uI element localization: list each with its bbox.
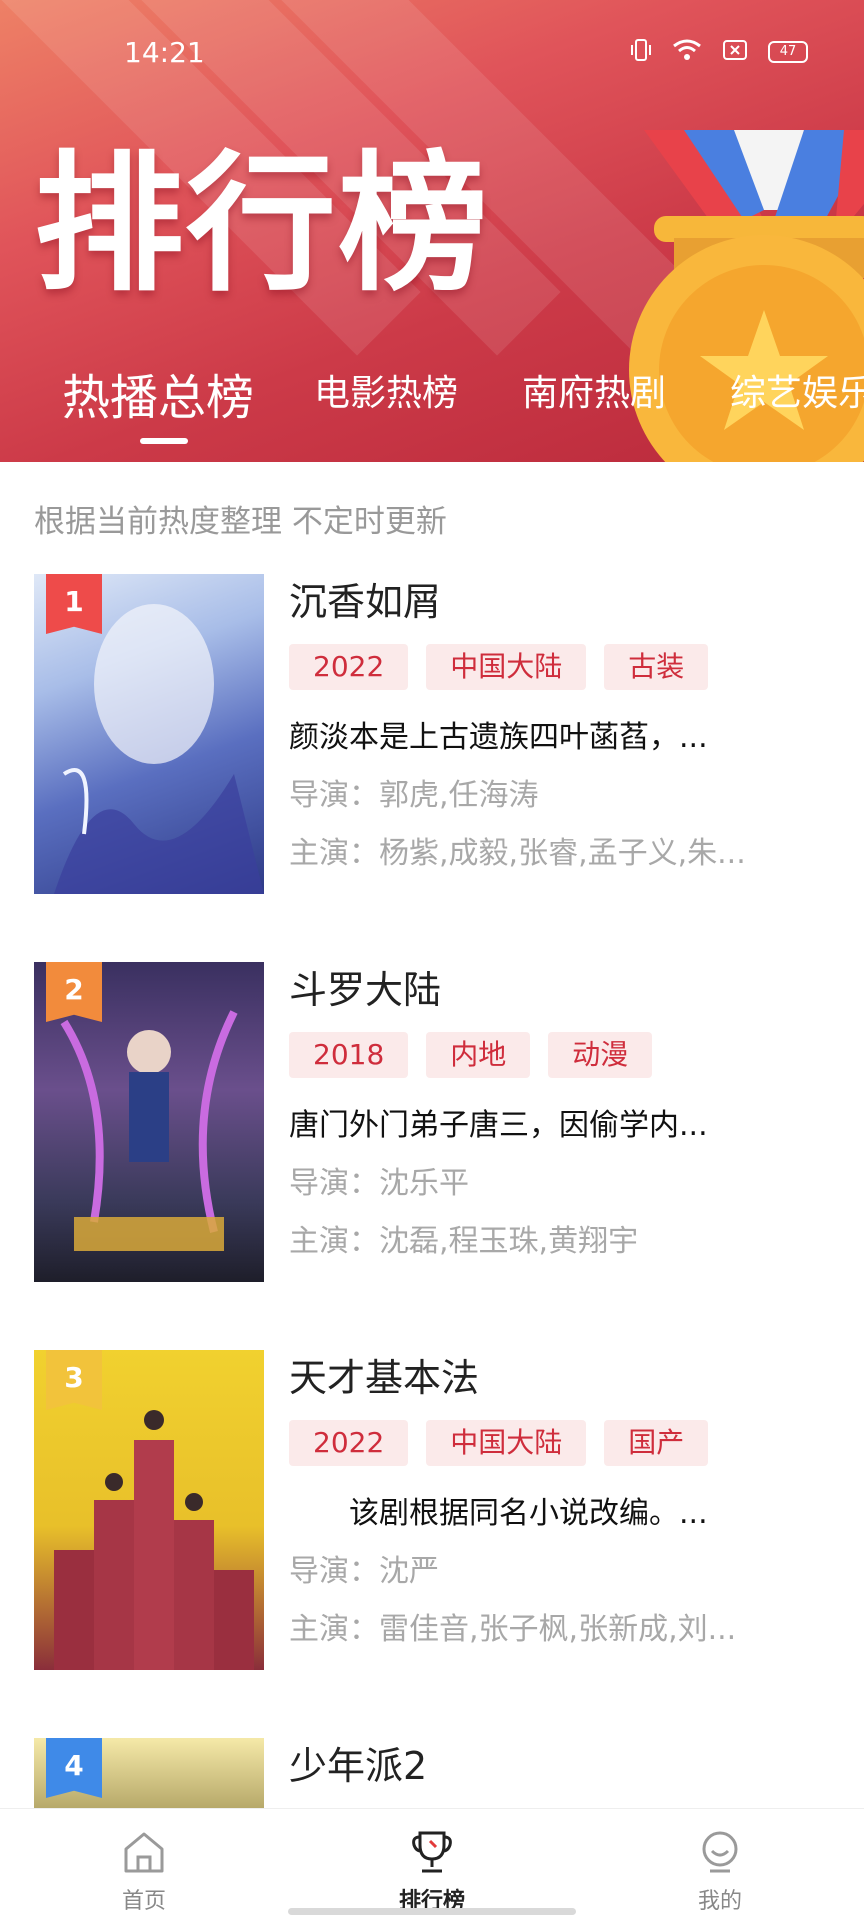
item-cast: 主演：沈磊,程玉珠,黄翔宇 (289, 1224, 639, 1259)
tag-region: 内地 (426, 1032, 531, 1078)
tag-genre: 国产 (604, 1420, 709, 1466)
tab-nanfu-drama[interactable]: 南府热剧 (522, 364, 666, 416)
nav-ranking[interactable]: 排行榜 (372, 1809, 492, 1921)
item-description: 颜淡本是上古遗族四叶菡萏，... (289, 720, 708, 755)
rank-badge: 4 (46, 1738, 102, 1798)
tag-genre: 古装 (604, 644, 709, 690)
poster-image[interactable]: 4 (34, 1738, 264, 1808)
item-info: 斗罗大陆 2018 内地 动漫 唐门外门弟子唐三，因偷学内... 导演：沈乐平 … (289, 962, 829, 1260)
rank-badge: 3 (46, 1350, 102, 1410)
status-time: 14:21 (124, 36, 205, 69)
item-title[interactable]: 少年派2 (289, 1738, 829, 1794)
item-title[interactable]: 沉香如屑 (289, 574, 829, 630)
home-indicator (288, 1908, 576, 1915)
tab-movie-hot[interactable]: 电影热榜 (314, 364, 458, 416)
nav-home-label: 首页 (121, 1889, 166, 1914)
tag-list: 2018 内地 动漫 (289, 1032, 829, 1078)
wifi-icon (672, 38, 702, 66)
nav-home[interactable]: 首页 (84, 1809, 204, 1921)
status-icons: 47 (630, 38, 808, 66)
tag-region: 中国大陆 (426, 644, 587, 690)
ranking-tabs: 热播总榜 电影热榜 南府热剧 综艺娱乐 (0, 358, 864, 444)
ranking-item[interactable]: 3 天才基本法 2022 中国大陆 国产 该剧根据同名小说改编。... 导演：沈… (34, 1350, 834, 1670)
ranking-item[interactable]: 2 斗罗大陆 2018 内地 动漫 唐门外门弟子唐三，因偷学内... 导演：沈乐… (34, 962, 834, 1282)
item-director: 导演：沈严 (289, 1554, 439, 1589)
ranking-item[interactable]: 1 沉香如屑 2022 中国大陆 古装 颜淡本是上古遗族四叶菡萏，... 导演：… (34, 574, 834, 894)
item-info: 天才基本法 2022 中国大陆 国产 该剧根据同名小说改编。... 导演：沈严 … (289, 1350, 829, 1648)
item-title[interactable]: 斗罗大陆 (289, 962, 829, 1018)
sim-icon (722, 39, 748, 65)
tag-year: 2022 (289, 1420, 409, 1466)
item-description: 该剧根据同名小说改编。... (289, 1496, 708, 1531)
tag-year: 2022 (289, 644, 409, 690)
item-description: 唐门外门弟子唐三，因偷学内... (289, 1108, 708, 1143)
tag-year: 2018 (289, 1032, 409, 1078)
trophy-icon (412, 1831, 452, 1873)
battery-indicator: 47 (768, 41, 808, 63)
tab-variety[interactable]: 综艺娱乐 (730, 364, 864, 416)
item-cast: 主演：雷佳音,张子枫,张新成,刘... (289, 1612, 737, 1647)
ranking-item[interactable]: 4 少年派2 (34, 1738, 834, 1808)
vibrate-icon (630, 38, 652, 66)
nav-profile-label: 我的 (697, 1889, 742, 1914)
ranking-header: 14:21 47 排行榜 热播总榜 电影热榜 南府热剧 综艺娱乐 (0, 0, 864, 462)
item-info: 沉香如屑 2022 中国大陆 古装 颜淡本是上古遗族四叶菡萏，... 导演：郭虎… (289, 574, 829, 872)
tag-genre: 动漫 (548, 1032, 653, 1078)
profile-icon (702, 1831, 738, 1873)
poster-image[interactable]: 2 (34, 962, 264, 1282)
item-info: 少年派2 (289, 1738, 829, 1794)
item-director: 导演：沈乐平 (289, 1166, 469, 1201)
item-title[interactable]: 天才基本法 (289, 1350, 829, 1406)
update-note: 根据当前热度整理 不定时更新 (34, 504, 447, 540)
item-cast: 主演：杨紫,成毅,张睿,孟子义,朱... (289, 836, 746, 871)
tag-region: 中国大陆 (426, 1420, 587, 1466)
rank-badge: 1 (46, 574, 102, 634)
home-icon (124, 1832, 164, 1873)
rank-badge: 2 (46, 962, 102, 1022)
nav-profile[interactable]: 我的 (660, 1809, 780, 1921)
tab-hot-overall[interactable]: 热播总榜 (62, 358, 254, 428)
poster-image[interactable]: 3 (34, 1350, 264, 1670)
item-director: 导演：郭虎,任海涛 (289, 778, 539, 813)
tag-list: 2022 中国大陆 国产 (289, 1420, 829, 1466)
active-tab-indicator (140, 438, 188, 444)
page-title: 排行榜 (34, 138, 491, 312)
tag-list: 2022 中国大陆 古装 (289, 644, 829, 690)
poster-image[interactable]: 1 (34, 574, 264, 894)
bottom-navigation: 首页 排行榜 我的 (0, 1808, 864, 1921)
